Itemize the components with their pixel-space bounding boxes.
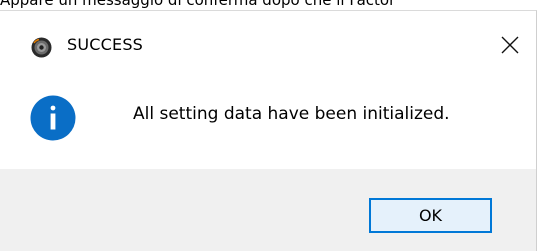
dialog-title: SUCCESS: [67, 35, 144, 54]
close-icon: [501, 36, 519, 54]
message-dialog: SUCCESS All setting data have been initi…: [0, 10, 537, 251]
close-button[interactable]: [489, 27, 531, 63]
ok-button[interactable]: OK: [369, 198, 492, 233]
dialog-message: All setting data have been initialized.: [133, 104, 450, 124]
dialog-footer: OK: [0, 169, 536, 251]
background-caption: Appare un messaggio di conferma dopo che…: [0, 0, 396, 9]
info-icon: [30, 95, 76, 141]
dialog-titlebar: SUCCESS: [0, 11, 536, 71]
app-icon: [31, 37, 52, 58]
